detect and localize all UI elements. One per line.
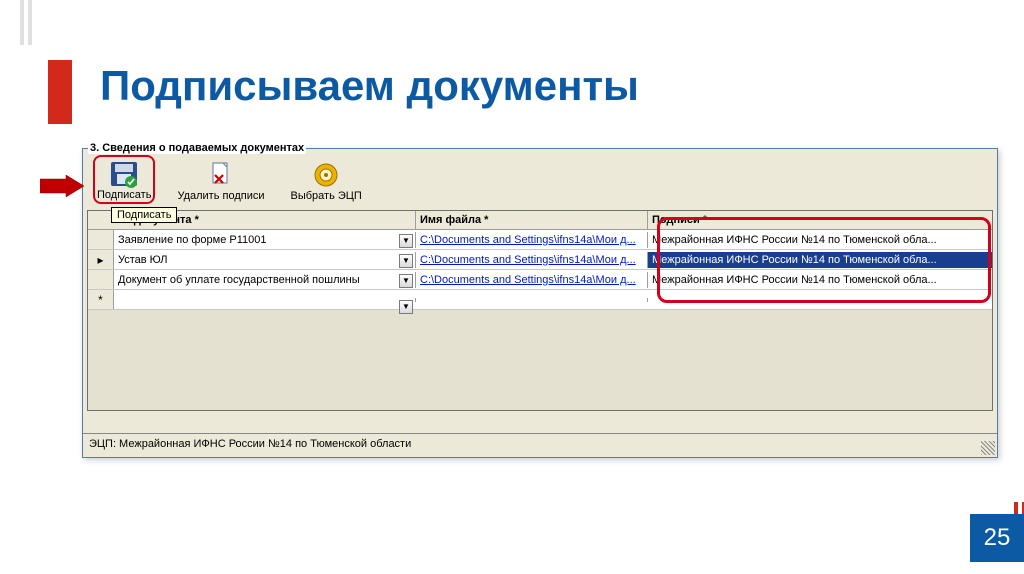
delete-signatures-button[interactable]: Удалить подписи [173, 158, 268, 204]
decor-stripe [28, 0, 32, 45]
table-row-new[interactable]: * ▼ [88, 290, 992, 310]
doc-name: Устав ЮЛ [118, 254, 168, 266]
doc-name-cell[interactable]: Заявление по форме Р11001 ▼ [114, 232, 416, 248]
row-marker [88, 230, 114, 249]
col-header-sign[interactable]: Подписи * [648, 211, 992, 229]
table-row[interactable]: Заявление по форме Р11001 ▼ C:\Documents… [88, 230, 992, 250]
title-accent [48, 60, 72, 124]
signature-cell[interactable]: Межрайонная ИФНС России №14 по Тюменской… [648, 252, 992, 268]
signature-cell[interactable]: Межрайонная ИФНС России №14 по Тюменской… [648, 232, 992, 248]
slide-title: Подписываем документы [100, 62, 639, 110]
chevron-down-icon[interactable]: ▼ [399, 254, 413, 268]
signature-cell[interactable] [648, 298, 992, 302]
status-text: ЭЦП: Межрайонная ИФНС России №14 по Тюме… [89, 438, 411, 450]
select-ecp-label: Выбрать ЭЦП [291, 190, 362, 202]
file-cell[interactable]: C:\Documents and Settings\ifns14a\Мои д.… [416, 252, 648, 268]
decor-stripe [20, 0, 24, 45]
delete-button-label: Удалить подписи [177, 190, 264, 202]
row-marker-new: * [88, 290, 114, 309]
file-cell[interactable] [416, 298, 648, 302]
file-link[interactable]: C:\Documents and Settings\ifns14a\Мои д.… [420, 234, 636, 246]
documents-panel: Подписать Удалить подписи Выбрать ЭЦП [82, 148, 998, 458]
doc-name-cell[interactable]: Документ об уплате государственной пошли… [114, 272, 416, 288]
seal-icon [309, 160, 343, 190]
resize-grip-icon[interactable] [981, 441, 995, 455]
doc-name: Заявление по форме Р11001 [118, 234, 267, 246]
file-cell[interactable]: C:\Documents and Settings\ifns14a\Мои д.… [416, 232, 648, 248]
chevron-down-icon[interactable]: ▼ [399, 234, 413, 248]
table-row[interactable]: ▸ Устав ЮЛ ▼ C:\Documents and Settings\i… [88, 250, 992, 270]
delete-doc-icon [204, 160, 238, 190]
select-ecp-button[interactable]: Выбрать ЭЦП [287, 158, 366, 204]
arrow-callout-icon [40, 175, 84, 197]
grid-empty-area [88, 310, 992, 410]
toolbar: Подписать Удалить подписи Выбрать ЭЦП [83, 149, 997, 208]
sign-button[interactable]: Подписать [93, 155, 155, 204]
signature-cell[interactable]: Межрайонная ИФНС России №14 по Тюменской… [648, 272, 992, 288]
doc-name-cell[interactable]: ▼ [114, 298, 416, 302]
col-header-file[interactable]: Имя файла * [416, 211, 648, 229]
doc-name-cell[interactable]: Устав ЮЛ ▼ [114, 252, 416, 268]
file-link[interactable]: C:\Documents and Settings\ifns14a\Мои д.… [420, 254, 636, 266]
sign-tooltip: Подписать [111, 207, 177, 223]
row-marker: ▸ [88, 250, 114, 269]
chevron-down-icon[interactable]: ▼ [399, 300, 413, 314]
grid-header-row: ие документа * Имя файла * Подписи * [88, 211, 992, 230]
status-bar: ЭЦП: Межрайонная ИФНС России №14 по Тюме… [83, 433, 997, 457]
chevron-down-icon[interactable]: ▼ [399, 274, 413, 288]
file-cell[interactable]: C:\Documents and Settings\ifns14a\Мои д.… [416, 272, 648, 288]
doc-name: Документ об уплате государственной пошли… [118, 274, 360, 286]
sign-disk-icon [107, 159, 141, 189]
table-row[interactable]: Документ об уплате государственной пошли… [88, 270, 992, 290]
sign-button-label: Подписать [97, 189, 151, 201]
section-header: 3. Сведения о подаваемых документах [88, 142, 306, 154]
row-marker [88, 270, 114, 289]
file-link[interactable]: C:\Documents and Settings\ifns14a\Мои д.… [420, 274, 636, 286]
page-number-badge: 25 [970, 514, 1024, 562]
documents-grid: ие документа * Имя файла * Подписи * Зая… [87, 210, 993, 411]
